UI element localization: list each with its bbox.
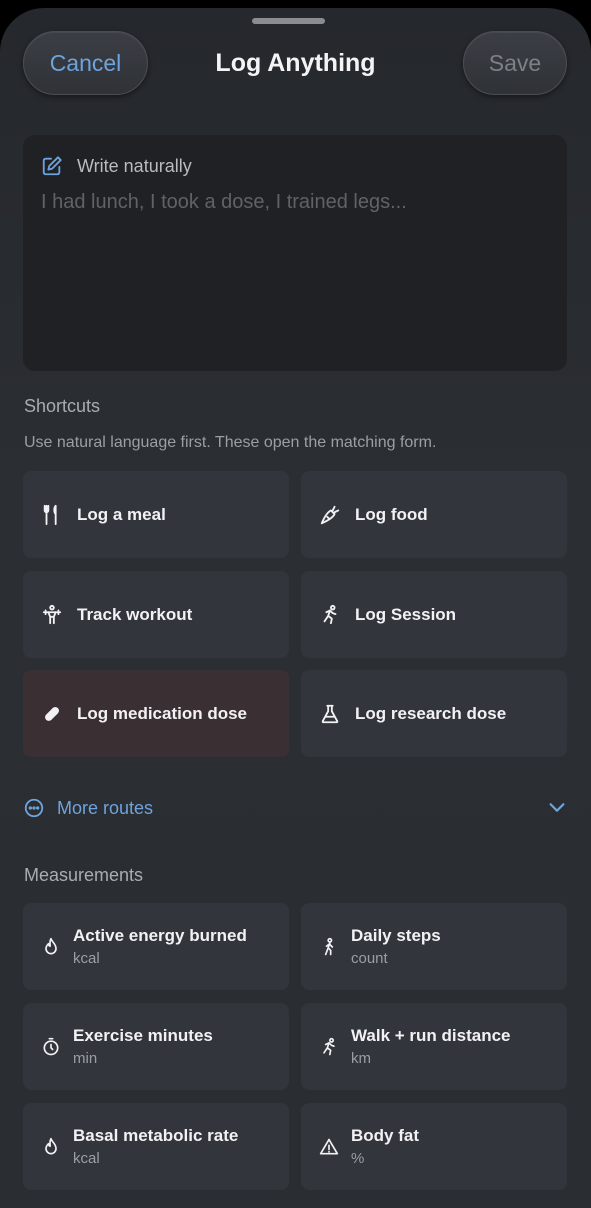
measurement-unit: min [73,1050,98,1067]
measurements-title: Measurements [24,865,144,885]
flame-icon [45,1137,57,1154]
shortcuts-subtitle: Use natural language first. These open t… [24,434,437,451]
measurement-title: Daily steps [351,926,441,945]
shortcut-log-medication-dose[interactable]: Log medication dose [23,670,289,757]
shortcut-log-meal[interactable]: Log a meal [23,471,289,558]
write-placeholder: I had lunch, I took a dose, I trained le… [41,191,407,213]
shortcut-label: Log Session [355,604,457,624]
more-routes-row[interactable]: More routes [23,788,568,828]
measurement-title: Walk + run distance [351,1026,511,1045]
measurement-exercise-minutes[interactable]: Exercise minutes min [23,1003,289,1090]
runner-icon [323,1037,335,1055]
pill-icon [45,706,59,721]
measurement-unit: km [351,1050,371,1067]
top-bar: Cancel Log Anything Save [0,31,591,95]
natural-language-input[interactable]: Write naturally I had lunch, I took a do… [23,135,567,371]
shortcut-label: Log food [355,504,428,524]
shortcut-label: Log research dose [355,703,507,723]
shortcut-label: Log medication dose [77,703,248,723]
measurement-body-fat[interactable]: Body fat % [301,1103,567,1190]
carrot-icon [320,505,340,524]
measurement-unit: count [351,950,388,967]
ellipsis-circle-icon [24,798,44,818]
measurement-daily-steps[interactable]: Daily steps count [301,903,567,990]
measurement-walk-run-distance[interactable]: Walk + run distance km [301,1003,567,1090]
compose-icon [42,156,62,176]
shortcuts-title: Shortcuts [24,396,101,416]
more-routes-label: More routes [57,797,154,818]
sheet-grabber[interactable] [252,18,325,24]
shortcut-log-food[interactable]: Log food [301,471,567,558]
measurement-unit: kcal [73,950,100,967]
write-label: Write naturally [77,155,192,176]
cancel-button[interactable]: Cancel [23,31,148,95]
save-button[interactable]: Save [463,31,567,95]
shortcut-label: Track workout [77,604,193,624]
measurement-basal-metabolic-rate[interactable]: Basal metabolic rate kcal [23,1103,289,1190]
timer-icon [43,1037,59,1055]
flame-icon [45,937,57,954]
fork-knife-icon [43,504,57,525]
measurement-active-energy[interactable]: Active energy burned kcal [23,903,289,990]
measurement-title: Basal metabolic rate [73,1126,239,1145]
page-title: Log Anything [215,48,376,77]
weightlifter-icon [42,604,62,624]
measurement-title: Exercise minutes [73,1026,213,1045]
warning-triangle-icon [319,1138,339,1154]
measurement-title: Active energy burned [73,926,247,945]
shortcut-log-research-dose[interactable]: Log research dose [301,670,567,757]
flask-icon [321,704,339,723]
write-header: Write naturally [41,155,192,177]
walker-icon [324,937,334,955]
shortcut-track-workout[interactable]: Track workout [23,571,289,658]
measurement-title: Body fat [351,1126,419,1145]
measurement-unit: % [351,1150,365,1167]
measurement-unit: kcal [73,1150,100,1167]
runner-icon [323,604,337,624]
shortcut-log-session[interactable]: Log Session [301,571,567,658]
shortcut-label: Log a meal [77,504,166,524]
log-sheet: Cancel Log Anything Save Write naturally… [0,8,591,1208]
chevron-down-icon[interactable] [546,796,568,818]
